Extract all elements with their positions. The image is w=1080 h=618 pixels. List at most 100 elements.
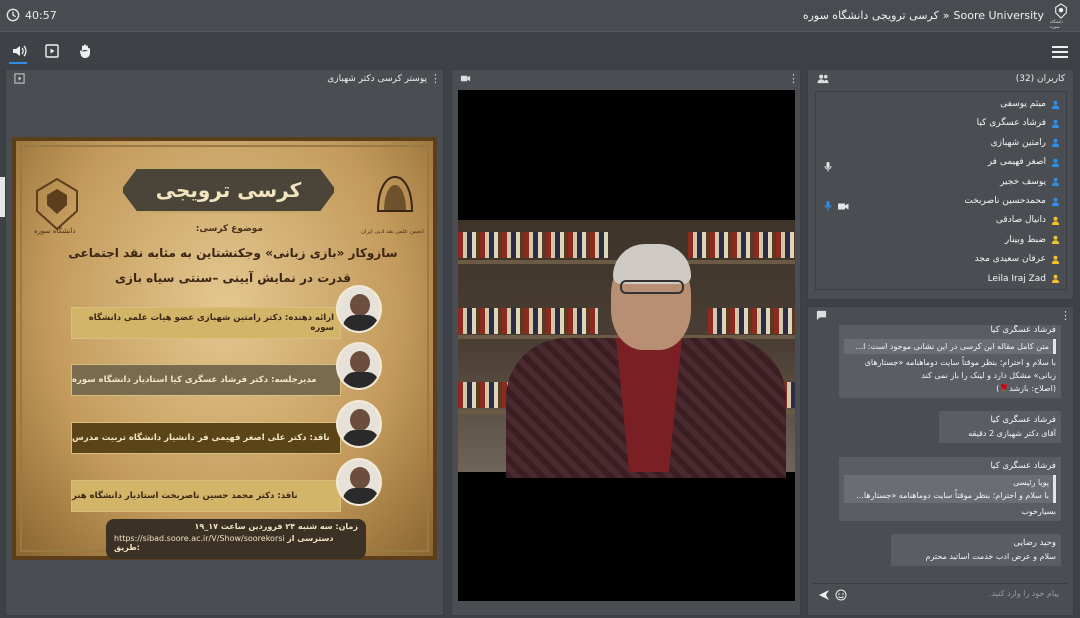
breadcrumb-root[interactable]: Soore University [954, 9, 1044, 22]
moderator-text: مدیرجلسه: دکتر فرشاد عسگری کیا استادیار … [72, 375, 317, 385]
breadcrumb-separator: » [942, 9, 950, 22]
user-icon [1051, 177, 1060, 187]
camera-icon [838, 196, 849, 210]
user-name: اصغر فهیمی فر [987, 157, 1046, 168]
share-pod-header: پوستر کرسی دکتر شهبازی [6, 70, 443, 88]
critic1-photo [336, 400, 382, 448]
user-name: رامتین شهبازی [990, 137, 1046, 148]
user-item[interactable]: محمدحسین ناصربخت [964, 192, 1060, 210]
hamburger-icon [1052, 46, 1068, 58]
speaker-video-frame [458, 220, 795, 478]
video-stream[interactable] [458, 90, 795, 601]
poster-url: https://sibad.soore.ac.ir/V/Show/sooreko… [114, 534, 285, 543]
breadcrumb: کرسی ترویجی دانشگاه سوره » Soore Univers… [803, 9, 1044, 22]
top-bar: 40:57 کرسی ترویجی دانشگاه سوره » Soore U… [0, 0, 1080, 32]
share-screen-icon [45, 44, 59, 58]
raise-hand-icon [79, 44, 90, 58]
user-name: یوسف خجیر [1000, 176, 1046, 187]
microphone-icon [824, 196, 834, 211]
chat-pod-options-icon[interactable]: ⋮ [1060, 310, 1071, 321]
user-item[interactable]: اصغر فهیمی فر [988, 153, 1060, 171]
critic1-text: ناقد: دکتر علی اصغر فهیمی فر دانشیار دان… [72, 433, 330, 443]
users-list: میثم یوسفی فرشاد عسگری کیا رامتین شهبازی اص… [815, 91, 1067, 290]
chat-quote-author: پویا رئیسی [1013, 478, 1049, 487]
chat-input-bar: پیام خود را وارد کنید. [813, 583, 1067, 605]
presenter-text: ارائه دهنده: دکتر رامتین شهبازی عضو هیات… [88, 313, 334, 333]
user-icon [1051, 119, 1060, 128]
camera-icon [460, 75, 471, 82]
chat-text: آقای دکتر شهبازی 2 دقیقه [968, 429, 1056, 438]
chat-messages: فرشاد عسگری کیا متن کامل مقاله این کرسی … [813, 325, 1067, 580]
user-icon [1051, 274, 1060, 284]
poster-access: https://sibad.soore.ac.ir/V/Show/sooreko… [114, 534, 358, 552]
chat-sender: فرشاد عسگری کیا [990, 325, 1056, 335]
right-crest-logo [368, 171, 422, 231]
user-name: عرفان سعیدی مجد [974, 254, 1046, 265]
user-item[interactable]: ضبط وبینار [1005, 231, 1060, 249]
speaker-icon [13, 45, 27, 57]
poster-title-line1: سازوکار «بازی زبانی» وجکنشتاین به مثابه … [68, 246, 398, 260]
user-name: ضبط وبینار [1004, 234, 1046, 245]
user-name: میثم یوسفی [1000, 99, 1046, 109]
chat-message: وحید رضایی سلام و عرض ادب خدمت اساتید مح… [891, 534, 1061, 566]
poster-moderator: مدیرجلسه: دکتر فرشاد عسگری کیا استادیار … [71, 364, 341, 396]
user-item[interactable]: عرفان سعیدی مجد [975, 250, 1060, 268]
user-item[interactable]: فرشاد عسگری کیا [977, 114, 1060, 132]
poster-critic2: ناقد: دکتر محمد حسین ناصربخت استادیار دا… [71, 480, 341, 512]
chat-sender: فرشاد عسگری کیا [990, 415, 1056, 425]
user-name: Leila Iraj Zad [987, 273, 1046, 284]
chat-quote: پویا رئیسی با سلام و احترام؛ بنظر موقتاً… [844, 475, 1056, 503]
presenter-photo [336, 285, 382, 333]
toolbar [0, 34, 1080, 68]
share-pod: پوستر کرسی دکتر شهبازی ⋮ دانشگاه سوره ان… [5, 69, 444, 616]
share-pod-options-icon[interactable]: ⋮ [430, 73, 441, 84]
chat-message: فرشاد عسگری کیا متن کامل مقاله این کرسی … [839, 325, 1061, 398]
user-item[interactable]: میثم یوسفی [1000, 95, 1060, 113]
right-crest-caption: انجمن علمی نقد ادبی ایران [361, 229, 424, 235]
chat-message: فرشاد عسگری کیا پویا رئیسی با سلام و احت… [839, 457, 1061, 521]
moderator-photo [336, 342, 382, 390]
user-name: دانیال صادقی [995, 215, 1046, 226]
poster-time-box: زمان: سه شنبه ۲۴ فروردین ساعت ۱۷_۱۹ http… [106, 519, 366, 559]
user-name: فرشاد عسگری کیا [976, 118, 1046, 129]
meeting-timer: 40:57 [6, 8, 57, 22]
critic2-photo [336, 458, 382, 506]
logo-caption: دانشگاه سوره [1050, 19, 1064, 29]
video-pod-options-icon[interactable]: ⋮ [788, 73, 799, 84]
poster-image: دانشگاه سوره انجمن علمی نقد ادبی ایران ک… [12, 137, 437, 560]
user-icon [1051, 255, 1060, 264]
speaker-active-indicator [9, 62, 27, 64]
chat-quote: متن کامل مقاله این کرسی در این نشانی موج… [844, 339, 1056, 354]
user-item[interactable]: دانیال صادقی [996, 211, 1060, 229]
raise-hand-button[interactable] [76, 42, 94, 60]
chat-text: سلام و عرض ادب خدمت اساتید محترم [925, 552, 1056, 561]
chat-input[interactable]: پیام خود را وارد کنید. [989, 589, 1059, 598]
poster-banner: کرسی ترویجی [121, 167, 336, 213]
breadcrumb-room: کرسی ترویجی دانشگاه سوره [802, 9, 939, 22]
poster-title-line2: قدرت در نمایش آیینی –سنتی سیاه بازی [115, 271, 351, 285]
user-item[interactable]: یوسف خجیر [1000, 173, 1060, 191]
users-icon [817, 74, 829, 84]
share-screen-button[interactable] [43, 42, 61, 60]
user-icon [1051, 236, 1060, 245]
poster-critic1: ناقد: دکتر علی اصغر فهیمی فر دانشیار دان… [71, 422, 341, 454]
user-item[interactable]: رامتین شهبازی [991, 134, 1060, 152]
user-icon [1051, 197, 1060, 206]
user-icon [1051, 139, 1060, 148]
chat-icon [816, 310, 827, 321]
chat-text: بسیارخوب [1021, 507, 1056, 516]
poster-time: زمان: سه شنبه ۲۴ فروردین ساعت ۱۷_۱۹ [194, 522, 358, 531]
timer-text: 40:57 [25, 8, 57, 22]
left-crest-logo [30, 175, 84, 235]
chat-sender: فرشاد عسگری کیا [990, 461, 1056, 471]
user-item[interactable]: Leila Iraj Zad [988, 270, 1060, 288]
emoji-icon[interactable] [835, 589, 847, 601]
chat-sender: وحید رضایی [1013, 538, 1056, 548]
poster-topic-label: موضوع کرسی: [195, 224, 263, 234]
send-icon[interactable] [818, 589, 830, 601]
main-menu-button[interactable] [1052, 44, 1068, 58]
microphone-icon [824, 157, 834, 172]
critic2-text: ناقد: دکتر محمد حسین ناصربخت استادیار دا… [72, 491, 298, 501]
speaker-button[interactable] [10, 42, 28, 60]
user-icon [1051, 100, 1060, 109]
